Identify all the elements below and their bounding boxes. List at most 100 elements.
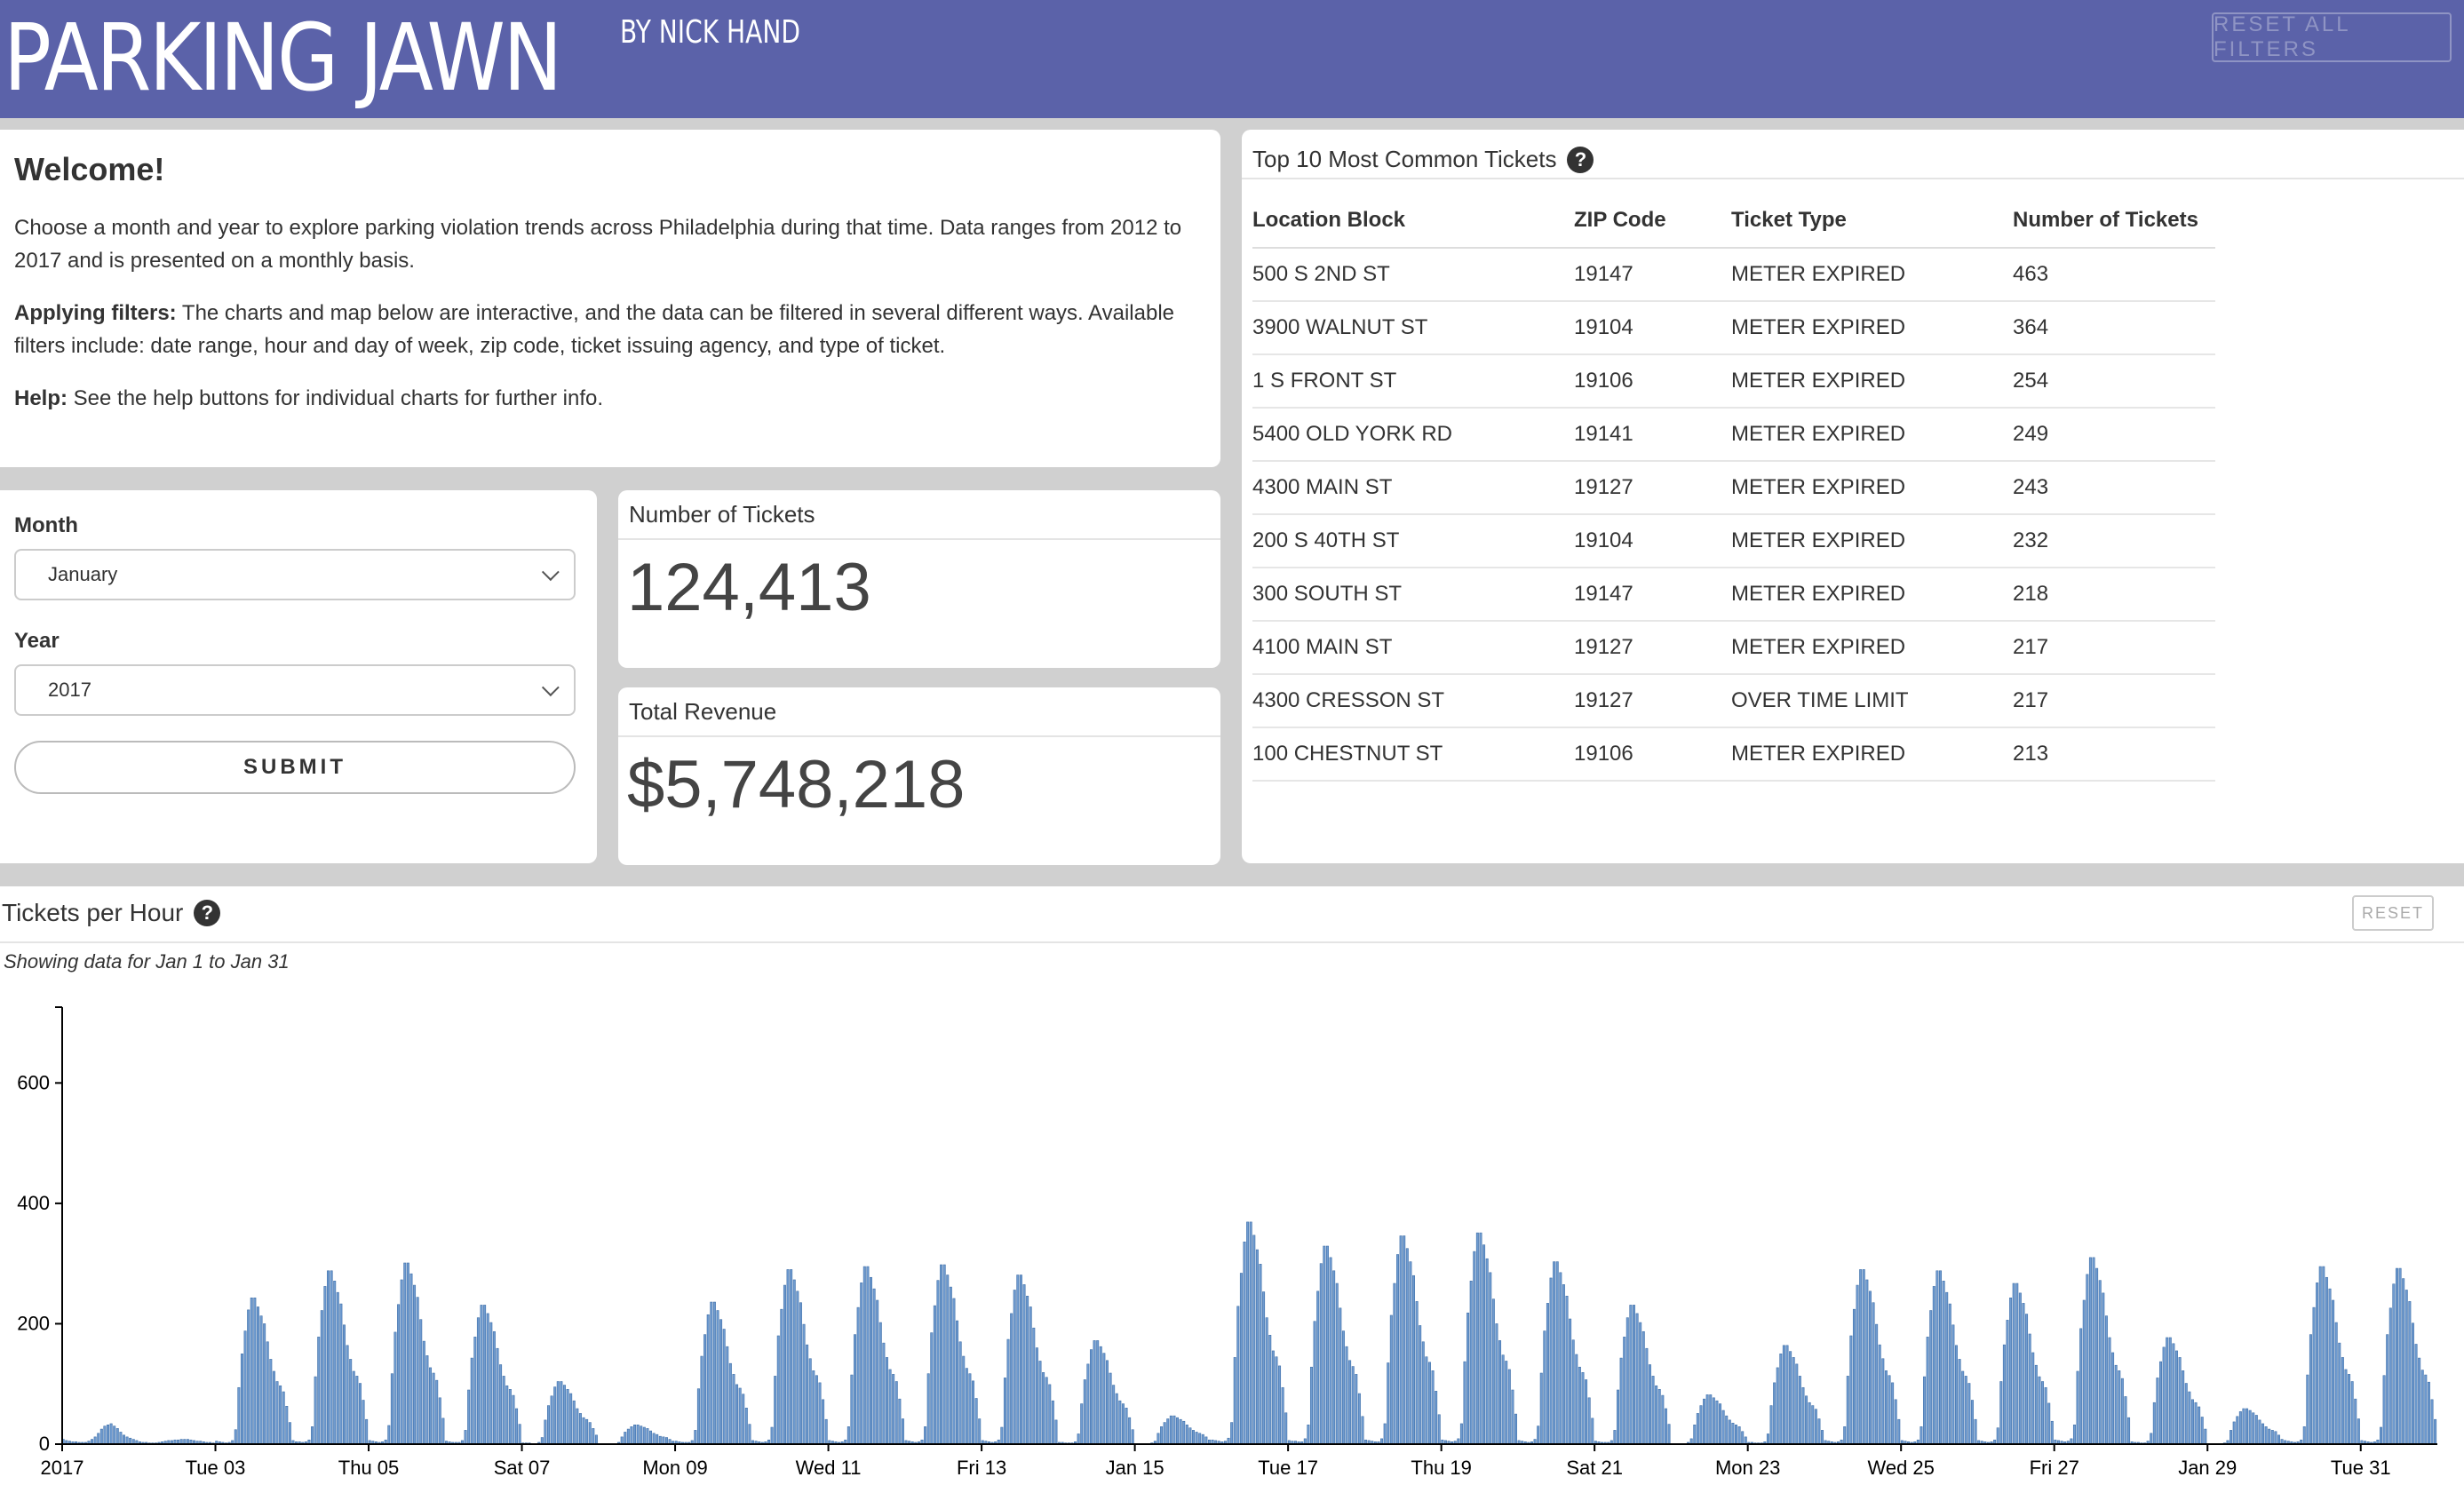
- chart-bar[interactable]: [1569, 1318, 1572, 1445]
- chart-bar[interactable]: [1319, 1263, 1323, 1445]
- year-select[interactable]: 2017: [14, 664, 576, 716]
- chart-bar[interactable]: [1814, 1409, 1817, 1445]
- chart-bar[interactable]: [1016, 1275, 1020, 1445]
- chart-bar[interactable]: [866, 1266, 870, 1445]
- chart-bar[interactable]: [2006, 1320, 2009, 1445]
- chart-bar[interactable]: [792, 1279, 796, 1445]
- chart-bar[interactable]: [317, 1337, 321, 1445]
- chart-bar[interactable]: [1339, 1307, 1342, 1445]
- chart-bar[interactable]: [2166, 1337, 2169, 1445]
- chart-bar[interactable]: [2120, 1378, 2124, 1445]
- chart-bar[interactable]: [272, 1370, 275, 1445]
- column-header[interactable]: Ticket Type: [1731, 194, 2013, 249]
- chart-bar[interactable]: [1785, 1345, 1789, 1445]
- chart-bar[interactable]: [710, 1301, 713, 1445]
- chart-bar[interactable]: [2034, 1364, 2038, 1445]
- chart-bar[interactable]: [2245, 1408, 2249, 1445]
- chart-bar[interactable]: [2325, 1276, 2328, 1445]
- chart-bar[interactable]: [1498, 1340, 1502, 1445]
- chart-bar[interactable]: [1792, 1357, 1795, 1445]
- chart-bar[interactable]: [2044, 1386, 2047, 1445]
- chart-bar[interactable]: [2028, 1333, 2031, 1445]
- chart-bar[interactable]: [403, 1262, 407, 1445]
- chart-bar[interactable]: [1131, 1429, 1134, 1445]
- chart-bar[interactable]: [1421, 1341, 1425, 1445]
- chart-bar[interactable]: [342, 1324, 346, 1445]
- chart-bar[interactable]: [901, 1418, 904, 1445]
- chart-bar[interactable]: [958, 1341, 962, 1445]
- chart-bar[interactable]: [2430, 1399, 2434, 1445]
- chart-bar[interactable]: [624, 1432, 627, 1445]
- chart-bar[interactable]: [2238, 1411, 2242, 1445]
- chart-bar[interactable]: [1795, 1363, 1799, 1445]
- chart-bar[interactable]: [2261, 1423, 2265, 1445]
- chart-bar[interactable]: [1427, 1362, 1431, 1445]
- chart-bar[interactable]: [576, 1408, 579, 1445]
- chart-bar[interactable]: [107, 1425, 110, 1445]
- chart-bar[interactable]: [397, 1304, 401, 1445]
- chart-bar[interactable]: [1693, 1425, 1697, 1445]
- chart-bar[interactable]: [438, 1397, 441, 1445]
- chart-bar[interactable]: [1160, 1426, 1164, 1445]
- chart-bar[interactable]: [2072, 1425, 2076, 1445]
- chart-bar[interactable]: [1415, 1301, 1419, 1445]
- chart-bar[interactable]: [553, 1386, 557, 1445]
- chart-bar[interactable]: [333, 1281, 337, 1445]
- chart-bar[interactable]: [1435, 1391, 1438, 1445]
- chart-bar[interactable]: [630, 1426, 633, 1445]
- chart-bar[interactable]: [936, 1280, 940, 1445]
- chart-bar[interactable]: [502, 1376, 505, 1445]
- chart-bar[interactable]: [1188, 1427, 1192, 1445]
- table-row[interactable]: 4300 CRESSON ST 19127 OVER TIME LIMIT 217: [1252, 674, 2215, 728]
- chart-bar[interactable]: [1920, 1426, 1923, 1445]
- chart-bar[interactable]: [2254, 1415, 2258, 1445]
- chart-bar[interactable]: [1252, 1235, 1256, 1445]
- chart-bar[interactable]: [1246, 1221, 1250, 1445]
- chart-bar[interactable]: [1728, 1419, 1731, 1445]
- chart-bar[interactable]: [2264, 1426, 2268, 1445]
- chart-bar[interactable]: [1271, 1350, 1275, 1445]
- chart-bar[interactable]: [489, 1322, 493, 1445]
- chart-bar[interactable]: [2408, 1301, 2412, 1445]
- chart-bar[interactable]: [416, 1297, 419, 1445]
- chart-bar[interactable]: [812, 1370, 815, 1445]
- chart-bar[interactable]: [965, 1368, 968, 1445]
- chart-bar[interactable]: [1709, 1394, 1713, 1445]
- chart-bar[interactable]: [2312, 1306, 2316, 1445]
- chart-bar[interactable]: [620, 1436, 624, 1445]
- chart-bar[interactable]: [808, 1358, 812, 1445]
- table-row[interactable]: 300 SOUTH ST 19147 METER EXPIRED 218: [1252, 568, 2215, 622]
- chart-bar[interactable]: [949, 1286, 952, 1445]
- chart-bar[interactable]: [1182, 1420, 1186, 1445]
- chart-bar[interactable]: [1587, 1397, 1591, 1445]
- chart-bar[interactable]: [285, 1405, 289, 1445]
- chart-bar[interactable]: [2248, 1410, 2252, 1445]
- chart-bar[interactable]: [1125, 1408, 1128, 1445]
- chart-bar[interactable]: [1537, 1425, 1540, 1445]
- chart-bar[interactable]: [1038, 1361, 1042, 1445]
- chart-bar[interactable]: [2104, 1315, 2108, 1445]
- chart-bar[interactable]: [1635, 1313, 1639, 1445]
- chart-bar[interactable]: [1776, 1367, 1779, 1445]
- chart-bar[interactable]: [1945, 1291, 1949, 1445]
- chart-bar[interactable]: [1099, 1346, 1102, 1445]
- chart-bar[interactable]: [282, 1391, 285, 1445]
- chart-bar[interactable]: [2274, 1431, 2277, 1445]
- chart-bar[interactable]: [2009, 1297, 2013, 1445]
- chart-bar[interactable]: [642, 1426, 646, 1445]
- chart-bar[interactable]: [656, 1433, 659, 1445]
- chart-bar[interactable]: [1265, 1317, 1268, 1445]
- chart-bar[interactable]: [320, 1310, 323, 1445]
- chart-bar[interactable]: [1543, 1330, 1546, 1445]
- chart-bar[interactable]: [2404, 1290, 2408, 1445]
- chart-bar[interactable]: [1891, 1382, 1895, 1445]
- chart-bar[interactable]: [1923, 1376, 1927, 1445]
- chart-bar[interactable]: [2341, 1357, 2344, 1445]
- chart-bar[interactable]: [1731, 1422, 1735, 1445]
- chart-bar[interactable]: [962, 1355, 966, 1445]
- chart-bar[interactable]: [1006, 1338, 1010, 1445]
- chart-bar[interactable]: [1003, 1378, 1006, 1445]
- chart-bar[interactable]: [464, 1430, 467, 1445]
- chart-bar[interactable]: [1105, 1360, 1109, 1445]
- chart-bar[interactable]: [1661, 1394, 1665, 1445]
